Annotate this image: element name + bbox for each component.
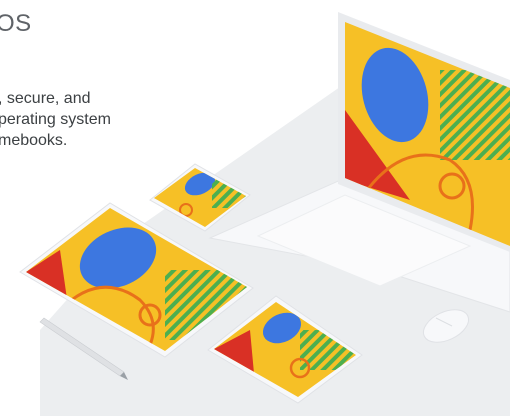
phone [149, 163, 251, 232]
hero-section: OS , secure, and perating system mebooks… [0, 0, 510, 416]
laptop [208, 12, 510, 313]
mouse [422, 309, 470, 343]
devices-illustration [19, 12, 510, 404]
tablet-large [19, 202, 254, 358]
